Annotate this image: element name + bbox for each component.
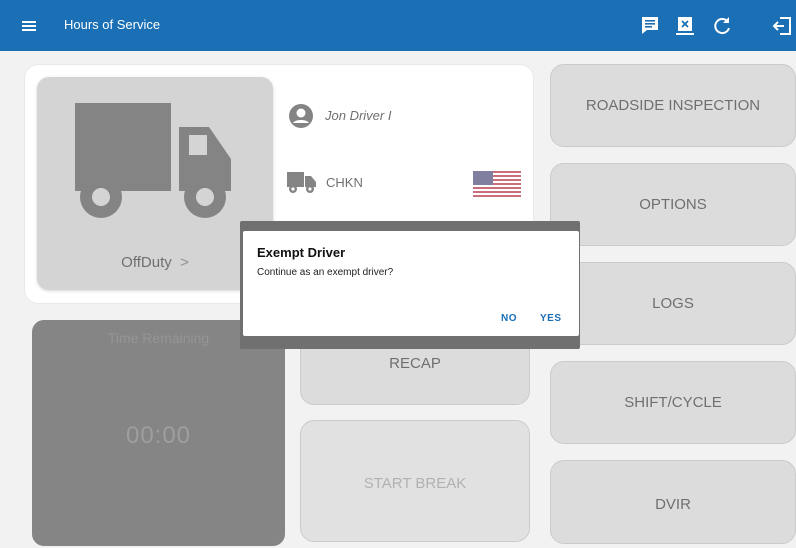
refresh-icon[interactable] (710, 14, 734, 38)
exempt-driver-dialog: Exempt Driver Continue as an exempt driv… (243, 231, 579, 336)
app-bar: Hours of Service (0, 0, 796, 51)
menu-icon[interactable] (22, 21, 36, 31)
message-icon[interactable] (638, 14, 662, 38)
no-button[interactable]: NO (501, 313, 517, 324)
transfer-icon[interactable] (673, 14, 697, 38)
app-title: Hours of Service (64, 17, 161, 32)
yes-button[interactable]: YES (540, 313, 562, 324)
dialog-message: Continue as an exempt driver? (257, 267, 394, 278)
dialog-title: Exempt Driver (257, 245, 346, 260)
logout-icon[interactable] (770, 14, 794, 38)
